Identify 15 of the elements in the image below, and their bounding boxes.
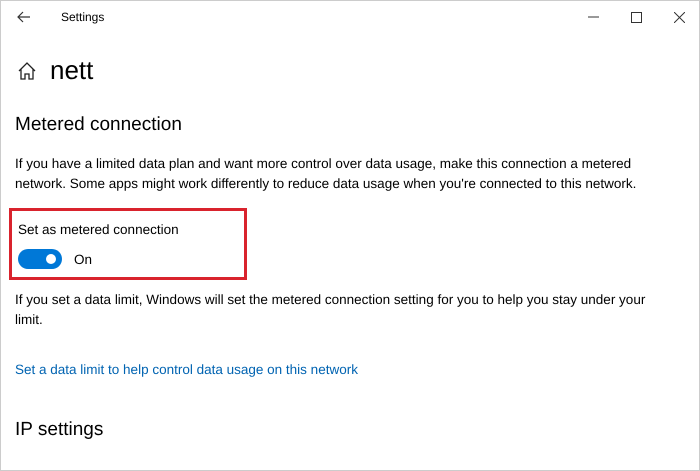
home-icon bbox=[18, 62, 36, 80]
toggle-switch[interactable] bbox=[18, 249, 62, 269]
window-title: Settings bbox=[61, 10, 104, 24]
section-heading: IP settings bbox=[15, 419, 104, 441]
section-heading: Metered connection bbox=[15, 114, 183, 136]
toggle-state: On bbox=[74, 252, 92, 266]
description-text: If you have a limited data plan and want more control over data usage, make this connection a metered network. Some apps might work differently to reduce data usage when you're connected to this network. bbox=[15, 155, 638, 193]
back-icon[interactable] bbox=[17, 11, 31, 23]
toggle-label: Set as metered connection bbox=[18, 222, 179, 237]
data-limit-link[interactable]: Set a data limit to help control data usage on this network bbox=[15, 362, 358, 377]
note-text: If you set a data limit, Windows will set the metered connection setting for you to help you stay under your limit. bbox=[15, 291, 646, 329]
page-title: nett bbox=[50, 55, 94, 86]
minimize-icon[interactable] bbox=[588, 16, 599, 18]
close-icon[interactable] bbox=[674, 12, 685, 22]
maximize-icon[interactable] bbox=[631, 12, 642, 22]
